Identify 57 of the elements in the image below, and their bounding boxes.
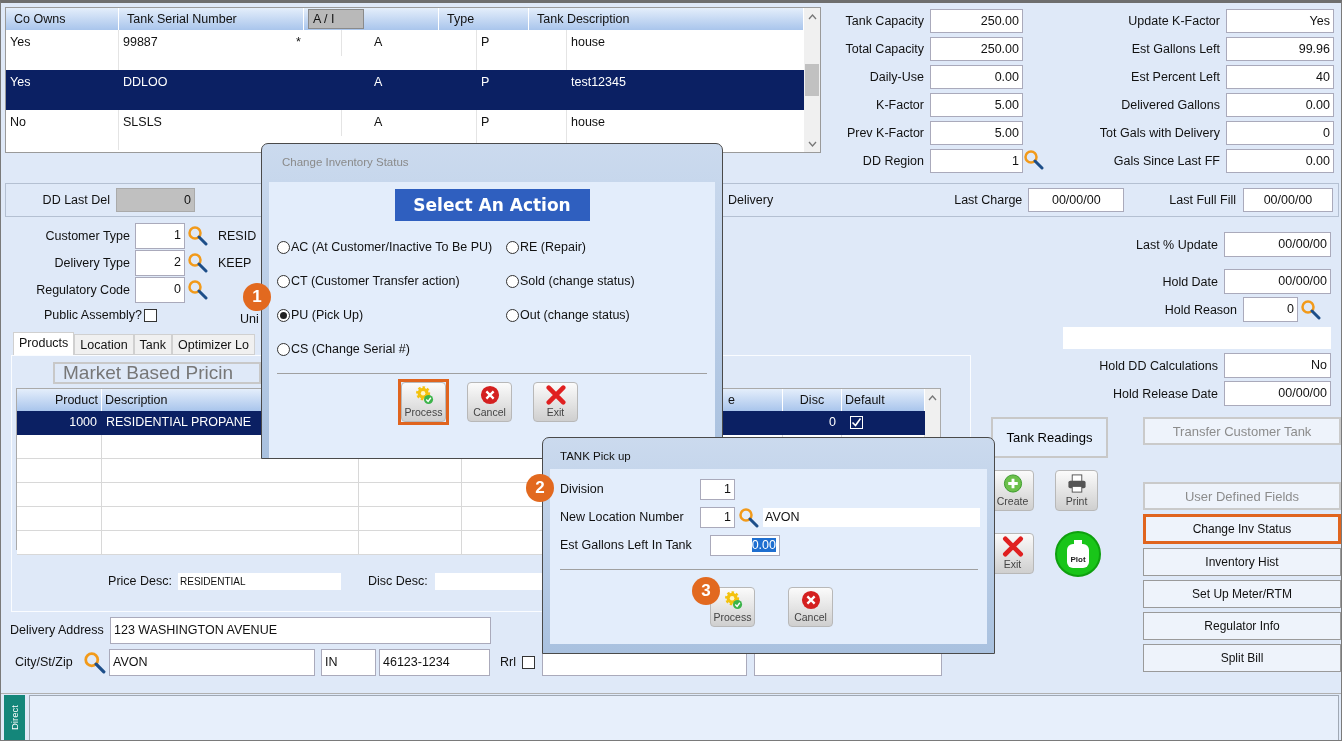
section-title: Market Based Pricin bbox=[53, 362, 261, 384]
table-cell-text: house bbox=[570, 114, 607, 131]
field-label: Disc Desc: bbox=[368, 574, 429, 588]
table-cell: P bbox=[477, 70, 567, 110]
table-cell: * bbox=[292, 30, 342, 56]
field-label: DD Last Del bbox=[41, 192, 111, 209]
field-label: DD Region bbox=[861, 153, 925, 170]
field-value: KEEP bbox=[218, 255, 252, 270]
field-label: Est Gallons Left In Tank bbox=[560, 538, 693, 552]
field-value: AVON bbox=[763, 507, 980, 527]
dialog-title: Change Inventory Status bbox=[281, 155, 410, 170]
table-cell-text: test12345 bbox=[570, 74, 627, 91]
field-label: Hold Date bbox=[1162, 273, 1219, 291]
field-label: Price Desc: bbox=[107, 573, 173, 590]
field-label: Delivery Address bbox=[10, 623, 105, 637]
table-cell: A bbox=[342, 70, 477, 110]
field-label: Delivery bbox=[728, 193, 774, 207]
field-label: Regulatory Code bbox=[35, 281, 130, 299]
field-label: Est Percent Left bbox=[1130, 69, 1221, 86]
step-badge: 2 bbox=[526, 474, 554, 502]
table-cell-text: 99887 bbox=[122, 34, 159, 51]
table-cell: Yes bbox=[6, 70, 119, 110]
field-label: Total Capacity bbox=[844, 41, 925, 58]
field-label: Uni bbox=[240, 312, 259, 326]
field-label: Rrl bbox=[500, 655, 516, 669]
field-label: Tank Capacity bbox=[844, 13, 925, 30]
field-label: Update K-Factor bbox=[1127, 13, 1221, 30]
table-cell: No bbox=[6, 110, 119, 150]
field-label: City/St/Zip bbox=[15, 655, 74, 669]
field-label: Last Charge bbox=[954, 192, 1024, 209]
field-label: Delivery Type bbox=[53, 254, 130, 272]
dialog-title: TANK Pick up bbox=[559, 449, 632, 464]
step-badge: 1 bbox=[243, 283, 271, 311]
field-label: Gals Since Last FF bbox=[1112, 153, 1221, 170]
field-label: Public Assembly? bbox=[43, 307, 143, 324]
field-label: Daily-Use bbox=[868, 69, 925, 86]
field-label: Hold Release Date bbox=[1113, 385, 1219, 403]
field-label: Customer Type bbox=[44, 227, 130, 245]
field-label: Hold DD Calculations bbox=[1099, 357, 1219, 375]
table-cell-text: DDLOO bbox=[122, 74, 169, 91]
field-label: Est Gallons Left bbox=[1130, 41, 1221, 58]
field-label: K-Factor bbox=[875, 97, 925, 114]
field-label: New Location Number bbox=[560, 510, 685, 524]
table-cell: 1000 bbox=[17, 411, 102, 434]
field-label: Prev K-Factor bbox=[845, 125, 925, 142]
field-value: RESID bbox=[218, 228, 257, 243]
field-label: Last Full Fill bbox=[1169, 192, 1237, 209]
table-cell: 0 bbox=[783, 411, 842, 434]
field-label: Tot Gals with Delivery bbox=[1098, 125, 1221, 142]
field-label: Last % Update bbox=[1136, 236, 1219, 254]
field-label: Division bbox=[560, 482, 605, 496]
step-badge: 3 bbox=[692, 577, 720, 605]
table-cell-text: SLSLS bbox=[122, 114, 163, 131]
field-label: Hold Reason bbox=[1164, 301, 1238, 319]
table-cell-text: house bbox=[570, 34, 607, 51]
field-label: Delivered Gallons bbox=[1120, 97, 1221, 114]
dialog-heading: Select An Action bbox=[394, 189, 590, 221]
